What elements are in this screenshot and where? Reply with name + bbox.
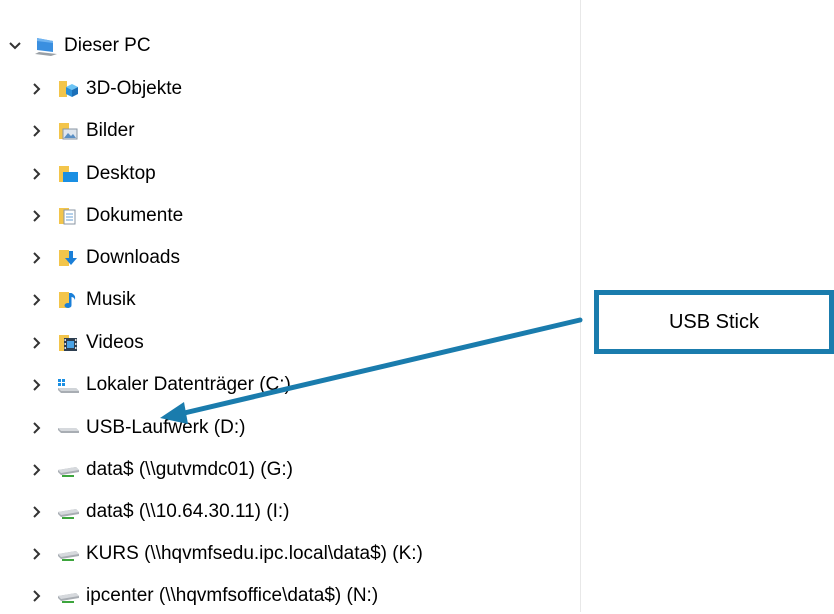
tree-item-label: Dokumente: [86, 205, 184, 226]
tree-item-3d-objekte[interactable]: 3D-Objekte: [26, 71, 182, 107]
downloads-folder-icon: [56, 247, 80, 269]
network-drive-icon: [56, 543, 80, 565]
desktop-folder-icon: [56, 163, 80, 185]
tree-item-label: Downloads: [86, 247, 180, 268]
pictures-folder-icon: [56, 120, 80, 142]
videos-folder-icon: [56, 332, 80, 354]
local-disk-icon: [56, 374, 80, 396]
tree-item-desktop[interactable]: Desktop: [26, 156, 156, 192]
tree-item-label: ipcenter (\\hqvmfsoffice\data$) (N:): [86, 585, 379, 606]
tree-item-dieser-pc[interactable]: Dieser PC: [4, 28, 151, 64]
pc-icon: [34, 35, 58, 57]
chevron-right-icon[interactable]: [26, 536, 48, 572]
chevron-right-icon[interactable]: [26, 198, 48, 234]
tree-item-videos[interactable]: Videos: [26, 325, 144, 361]
network-drive-icon: [56, 585, 80, 607]
tree-item-bilder[interactable]: Bilder: [26, 113, 135, 149]
tree-item-usb-laufwerk[interactable]: USB-Laufwerk (D:): [26, 410, 245, 446]
tree-item-dokumente[interactable]: Dokumente: [26, 198, 183, 234]
chevron-right-icon[interactable]: [26, 240, 48, 276]
chevron-right-icon[interactable]: [26, 71, 48, 107]
chevron-right-icon[interactable]: [26, 282, 48, 318]
tree-item-label: Videos: [86, 332, 144, 353]
tree-item-label: Dieser PC: [64, 35, 151, 56]
tree-item-network-drive-k[interactable]: KURS (\\hqvmfsedu.ipc.local\data$) (K:): [26, 536, 423, 572]
chevron-right-icon[interactable]: [26, 113, 48, 149]
tree-item-label: data$ (\\10.64.30.11) (I:): [86, 501, 290, 522]
music-folder-icon: [56, 289, 80, 311]
chevron-down-icon[interactable]: [4, 28, 26, 64]
tree-item-label: Lokaler Datenträger (C:): [86, 374, 291, 395]
tree-item-musik[interactable]: Musik: [26, 282, 136, 318]
tree-item-label: data$ (\\gutvmdc01) (G:): [86, 459, 293, 480]
documents-folder-icon: [56, 205, 80, 227]
tree-item-network-drive-g[interactable]: data$ (\\gutvmdc01) (G:): [26, 452, 293, 488]
chevron-right-icon[interactable]: [26, 156, 48, 192]
tree-item-label: Musik: [86, 289, 136, 310]
tree-item-label: Bilder: [86, 120, 135, 141]
usb-drive-icon: [56, 417, 80, 439]
callout-label: USB Stick: [668, 310, 760, 333]
chevron-right-icon[interactable]: [26, 325, 48, 361]
tree-item-label: USB-Laufwerk (D:): [86, 417, 246, 438]
chevron-right-icon[interactable]: [26, 578, 48, 614]
tree-item-lokaler-datentraeger[interactable]: Lokaler Datenträger (C:): [26, 367, 291, 403]
tree-item-network-drive-i[interactable]: data$ (\\10.64.30.11) (I:): [26, 494, 290, 530]
network-drive-icon: [56, 501, 80, 523]
navigation-tree: Dieser PC 3D-Objekte Bilder Desktop Doku…: [0, 0, 580, 612]
chevron-right-icon[interactable]: [26, 494, 48, 530]
pane-divider: [580, 0, 581, 612]
usb-stick-callout: USB Stick: [594, 290, 834, 354]
network-drive-icon: [56, 459, 80, 481]
chevron-right-icon[interactable]: [26, 410, 48, 446]
chevron-right-icon[interactable]: [26, 367, 48, 403]
3d-objects-folder-icon: [56, 78, 80, 100]
tree-item-label: 3D-Objekte: [86, 78, 183, 99]
tree-item-label: KURS (\\hqvmfsedu.ipc.local\data$) (K:): [86, 543, 423, 564]
chevron-right-icon[interactable]: [26, 452, 48, 488]
tree-item-label: Desktop: [86, 163, 156, 184]
tree-item-network-drive-n[interactable]: ipcenter (\\hqvmfsoffice\data$) (N:): [26, 578, 378, 614]
tree-item-downloads[interactable]: Downloads: [26, 240, 180, 276]
